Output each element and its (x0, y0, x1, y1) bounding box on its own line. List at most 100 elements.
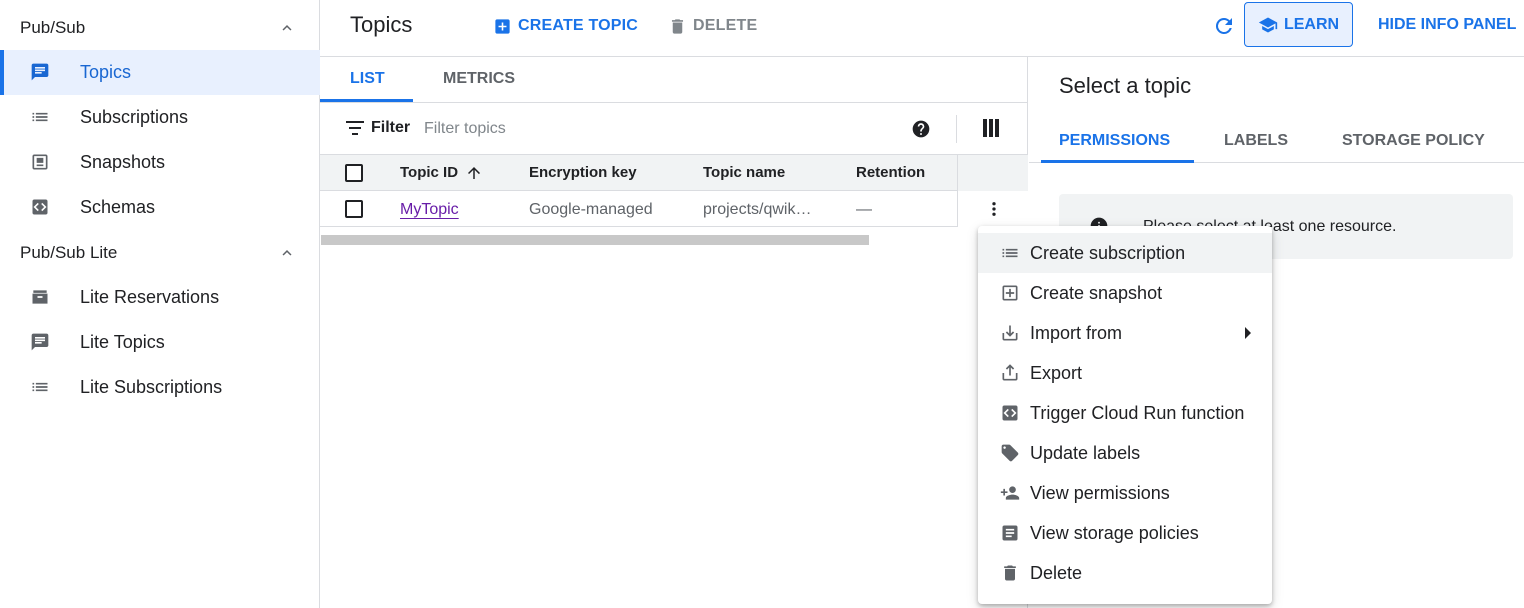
message-icon (31, 63, 49, 81)
topic-name-cell: projects/qwik… (703, 201, 812, 218)
delete-label: DELETE (693, 17, 758, 34)
sidebar-item-topics[interactable]: Topics (0, 50, 320, 95)
row-checkbox[interactable] (345, 200, 363, 218)
column-label: Topic ID (400, 164, 459, 181)
menu-item-label: Trigger Cloud Run function (1030, 402, 1245, 423)
filter-bar: Filter (320, 103, 1028, 155)
view-tabs: LIST METRICS (320, 57, 1028, 103)
section-title: Pub/Sub (20, 17, 86, 37)
section-header-pubsub-lite[interactable]: Pub/Sub Lite (0, 230, 320, 275)
code-icon (1002, 405, 1018, 421)
column-header-topic-id[interactable]: Topic ID (400, 164, 458, 181)
column-header-retention[interactable]: Retention (856, 164, 925, 181)
menu-item-label: Create snapshot (1030, 282, 1163, 303)
list-icon (32, 112, 48, 122)
info-panel-tabs: PERMISSIONS LABELS STORAGE POLICY (1029, 113, 1524, 163)
sidebar-item-snapshots[interactable]: Snapshots (0, 140, 320, 185)
arrow-up-icon[interactable] (465, 163, 483, 183)
select-all-checkbox[interactable] (345, 164, 363, 182)
document-icon (1002, 525, 1018, 541)
list-icon (1002, 248, 1018, 258)
topic-id-link[interactable]: MyTopic (400, 201, 459, 219)
trash-icon (671, 18, 684, 34)
filter-input[interactable] (424, 117, 884, 141)
sidebar-item-schemas[interactable]: Schemas (0, 185, 320, 230)
sidebar-item-label: Lite Topics (80, 332, 165, 352)
divider (956, 115, 957, 143)
topic-actions-menu: Create subscription Create snapshot Impo… (978, 226, 1272, 604)
sidebar-item-label: Snapshots (80, 152, 166, 172)
menu-item-create-subscription[interactable]: Create subscription (978, 233, 1272, 273)
tab-storage-policy[interactable]: STORAGE POLICY (1342, 132, 1485, 150)
section-header-pubsub[interactable]: Pub/Sub (0, 5, 320, 50)
sidebar-item-label: Subscriptions (80, 107, 189, 127)
reservation-icon (32, 290, 48, 304)
row-actions-cell (957, 191, 1028, 227)
menu-item-label: Create subscription (1030, 242, 1186, 263)
person-add-icon (1000, 486, 1020, 500)
sidebar: Pub/Sub Topics Subscriptions Snapshots S… (0, 0, 320, 608)
learn-label: LEARN (1283, 15, 1340, 33)
sidebar-item-label: Lite Subscriptions (80, 377, 223, 397)
filter-icon[interactable] (346, 121, 364, 135)
delete-button[interactable]: DELETE (668, 15, 757, 37)
refresh-icon[interactable] (1212, 14, 1236, 38)
menu-item-delete[interactable]: Delete (978, 553, 1272, 593)
menu-item-import-from[interactable]: Import from (978, 313, 1272, 353)
actions-column-header (957, 155, 1028, 191)
sidebar-item-label: Topics (80, 62, 132, 82)
more-vert-icon[interactable] (985, 197, 1003, 221)
menu-item-label: Export (1030, 362, 1083, 383)
chevron-up-icon (282, 25, 292, 31)
hide-info-panel-button[interactable]: HIDE INFO PANEL (1378, 16, 1516, 34)
menu-item-export[interactable]: Export (978, 353, 1272, 393)
menu-item-view-permissions[interactable]: View permissions (978, 473, 1272, 513)
tab-permissions[interactable]: PERMISSIONS (1059, 132, 1170, 150)
menu-item-label: View permissions (1030, 482, 1170, 503)
learn-button[interactable]: LEARN (1244, 2, 1353, 47)
column-header-topic-name[interactable]: Topic name (703, 164, 785, 181)
tab-metrics[interactable]: METRICS (443, 70, 515, 88)
chevron-up-icon (282, 250, 292, 256)
help-icon[interactable] (911, 119, 931, 139)
menu-item-label: Delete (1030, 562, 1083, 583)
menu-item-label: Update labels (1030, 442, 1141, 463)
list-icon (32, 382, 48, 392)
info-panel-title: Select a topic (1059, 73, 1192, 98)
tab-labels[interactable]: LABELS (1224, 132, 1288, 150)
message-icon (31, 333, 49, 351)
menu-item-trigger-cloud-run-function[interactable]: Trigger Cloud Run function (978, 393, 1272, 433)
menu-item-update-labels[interactable]: Update labels (978, 433, 1272, 473)
section-title: Pub/Sub Lite (20, 242, 118, 262)
sidebar-item-lite-reservations[interactable]: Lite Reservations (0, 275, 320, 320)
create-topic-button[interactable]: CREATE TOPIC (493, 15, 638, 37)
create-topic-label: CREATE TOPIC (518, 17, 639, 34)
column-display-icon[interactable] (983, 119, 999, 137)
trash-icon (1004, 565, 1016, 581)
topics-list-panel: LIST METRICS Filter Topic ID Encryption … (320, 57, 1028, 608)
horizontal-scrollbar[interactable] (321, 235, 869, 245)
encryption-key-cell: Google-managed (529, 201, 653, 218)
sidebar-item-subscriptions[interactable]: Subscriptions (0, 95, 320, 140)
active-tab-indicator (1041, 160, 1194, 163)
menu-item-create-snapshot[interactable]: Create snapshot (978, 273, 1272, 313)
menu-item-view-storage-policies[interactable]: View storage policies (978, 513, 1272, 553)
menu-item-label: View storage policies (1030, 522, 1199, 543)
tab-list[interactable]: LIST (350, 70, 385, 88)
table-row: MyTopic Google-managed projects/qwik… — (320, 191, 1028, 227)
active-tab-indicator (320, 99, 413, 102)
download-icon (1002, 325, 1018, 341)
table-header: Topic ID Encryption key Topic name Reten… (320, 155, 1028, 191)
sidebar-item-label: Lite Reservations (80, 287, 220, 307)
add-box-icon (495, 18, 510, 34)
snapshot-icon (32, 154, 48, 170)
submenu-arrow-icon (1245, 327, 1251, 339)
menu-item-label: Import from (1030, 322, 1123, 343)
sidebar-item-label: Schemas (80, 197, 156, 217)
filter-label[interactable]: Filter (371, 119, 410, 137)
column-header-encryption-key[interactable]: Encryption key (529, 164, 637, 181)
upload-icon (1002, 364, 1018, 381)
top-bar: Topics CREATE TOPIC DELETE LEARN HIDE IN… (320, 0, 1524, 57)
sidebar-item-lite-topics[interactable]: Lite Topics (0, 320, 320, 365)
sidebar-item-lite-subscriptions[interactable]: Lite Subscriptions (0, 365, 320, 410)
